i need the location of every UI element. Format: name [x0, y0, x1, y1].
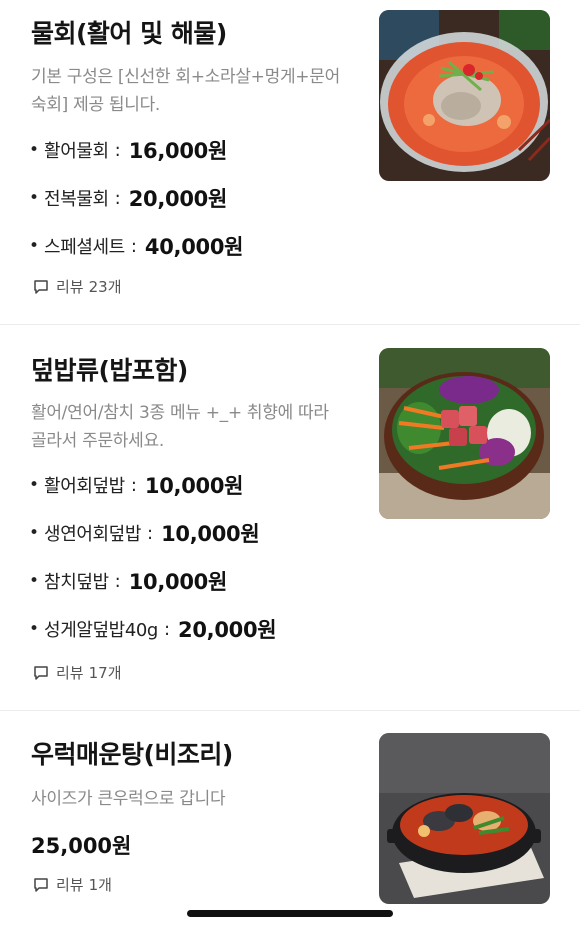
- bullet: •: [29, 523, 40, 543]
- bullet: •: [29, 475, 40, 495]
- review-label: 리뷰: [56, 876, 84, 894]
- menu-item-price: 25,000원: [31, 834, 132, 858]
- bullet: •: [29, 236, 40, 256]
- option-name: 활어회덮밥: [44, 476, 125, 497]
- option-price: 20,000원: [128, 187, 228, 211]
- menu-item[interactable]: 우럭매운탕(비조리) 사이즈가 큰우럭으로 갑니다 25,000원 리뷰 1개: [0, 711, 580, 932]
- bullet: •: [29, 619, 40, 639]
- review-link[interactable]: 리뷰 23개: [33, 276, 122, 297]
- menu-item-description: 기본 구성은 [신선한 회+소라살+멍게+문어숙회] 제공 됩니다.: [31, 67, 340, 115]
- price-option: • 스페셜세트 : 40,000원: [29, 222, 243, 270]
- speech-bubble-icon: [34, 877, 48, 892]
- separator: :: [114, 139, 121, 161]
- price-option: • 전복물회 : 20,000원: [29, 174, 243, 222]
- option-name: 생연어회덮밥: [44, 524, 141, 545]
- price-list: • 활어물회 : 16,000원 • 전복물회 : 20,000원 • 스페셜세…: [29, 126, 243, 270]
- option-price: 10,000원: [161, 522, 260, 546]
- menu-item-title: 덮밥류(밥포함): [31, 356, 188, 385]
- speech-bubble-icon: [34, 665, 48, 680]
- review-count: 17개: [88, 664, 122, 682]
- menu-item-description: 사이즈가 큰우럭으로 갑니다: [31, 789, 226, 809]
- review-count: 1개: [88, 876, 112, 894]
- option-price: 40,000원: [144, 235, 244, 259]
- separator: :: [163, 618, 171, 640]
- separator: :: [130, 474, 137, 496]
- menu-item-title: 물회(활어 및 해물): [31, 19, 227, 48]
- price-option: • 참치덮밥 : 10,000원: [29, 557, 276, 605]
- bullet: •: [29, 140, 40, 160]
- menu-item-title: 우럭매운탕(비조리): [31, 740, 233, 769]
- price-option: • 생연어회덮밥 : 10,000원: [29, 509, 276, 557]
- review-label: 리뷰: [56, 664, 84, 682]
- option-name: 스페셜세트: [44, 237, 125, 258]
- home-indicator[interactable]: [187, 910, 393, 917]
- option-price: 10,000원: [128, 570, 228, 594]
- option-name: 전복물회: [44, 189, 109, 210]
- price-option: • 활어회덮밥 : 10,000원: [29, 461, 276, 509]
- option-price: 20,000원: [178, 618, 277, 642]
- review-link[interactable]: 리뷰 17개: [33, 662, 122, 683]
- review-link[interactable]: 리뷰 1개: [33, 874, 112, 895]
- deopbap-photo[interactable]: [379, 348, 550, 519]
- separator: :: [114, 187, 121, 209]
- option-name: 참치덮밥: [44, 572, 109, 593]
- review-count: 23개: [88, 278, 122, 296]
- price-list: • 활어회덮밥 : 10,000원 • 생연어회덮밥 : 10,000원 • 참…: [29, 461, 277, 653]
- separator: :: [147, 522, 154, 544]
- menu-item-description: 활어/연어/참치 3종 메뉴 +_+ 취향에 따라 골라서 주문하세요.: [31, 403, 329, 451]
- mulhoe-photo[interactable]: [379, 10, 550, 181]
- option-name: 성게알덮밥40g: [44, 620, 158, 641]
- review-label: 리뷰: [56, 278, 84, 296]
- bullet: •: [29, 571, 40, 591]
- option-name: 활어물회: [44, 141, 109, 162]
- menu-item[interactable]: 덮밥류(밥포함) 활어/연어/참치 3종 메뉴 +_+ 취향에 따라 골라서 주…: [0, 325, 580, 711]
- option-price: 16,000원: [128, 139, 228, 163]
- menu-item[interactable]: 물회(활어 및 해물) 기본 구성은 [신선한 회+소라살+멍게+문어숙회] 제…: [0, 0, 580, 325]
- bullet: •: [29, 188, 40, 208]
- separator: :: [130, 235, 137, 257]
- speech-bubble-icon: [34, 279, 48, 294]
- separator: :: [114, 570, 121, 592]
- maeuntang-photo[interactable]: [379, 733, 550, 904]
- price-option: • 성게알덮밥40g : 20,000원: [29, 605, 277, 653]
- option-price: 10,000원: [144, 474, 244, 498]
- price-option: • 활어물회 : 16,000원: [29, 126, 243, 174]
